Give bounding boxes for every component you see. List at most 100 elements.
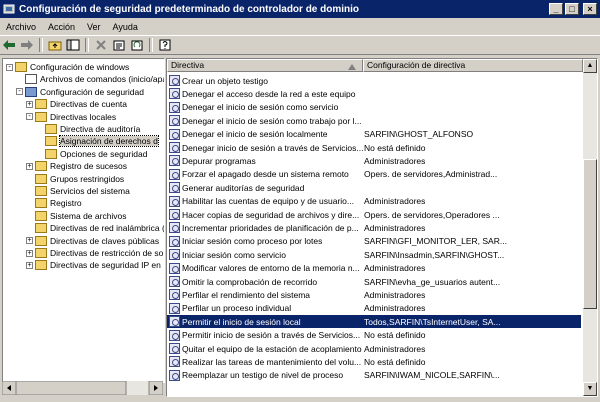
policy-row[interactable]: Depurar programas Administradores bbox=[167, 154, 581, 167]
window-title: Configuración de seguridad predeterminad… bbox=[19, 3, 360, 15]
status-bar bbox=[0, 396, 600, 402]
policy-row[interactable]: Realizar las tareas de mantenimiento del… bbox=[167, 355, 581, 368]
policy-setting: No está definido bbox=[364, 330, 426, 341]
policy-row[interactable]: Perfilar un proceso individual Administra… bbox=[167, 302, 581, 315]
policy-name: Reemplazar un testigo de nivel de proces… bbox=[182, 370, 344, 381]
policy-row[interactable]: Habilitar las cuentas de equipo y de usu… bbox=[167, 195, 581, 208]
policy-icon bbox=[169, 249, 180, 261]
policy-row[interactable]: Perfilar el rendimiento del sistema Admin… bbox=[167, 288, 581, 301]
policy-setting: Administradores bbox=[364, 289, 426, 300]
policy-row[interactable]: Quitar el equipo de la estación de acopl… bbox=[167, 342, 581, 355]
expand-icon[interactable]: + bbox=[26, 261, 33, 269]
policy-row[interactable]: Incrementar prioridades de planificación… bbox=[167, 221, 581, 234]
properties-icon bbox=[113, 40, 125, 51]
tree-item[interactable]: Servicios del sistema bbox=[26, 185, 130, 197]
policy-row[interactable]: Denegar el inicio de sesión como trabajo… bbox=[167, 114, 581, 127]
policy-name: Depurar programas bbox=[182, 155, 256, 166]
policy-row[interactable]: Modificar valores de entorno de la memor… bbox=[167, 262, 581, 275]
policy-row[interactable]: Permitir inicio de sesión a través de Se… bbox=[167, 329, 581, 342]
policy-row[interactable]: Denegar el inicio de sesión como servici… bbox=[167, 101, 581, 114]
policy-row[interactable]: Iniciar sesión como proceso por lotes SAR… bbox=[167, 235, 581, 248]
policy-row[interactable]: Hacer copias de seguridad de archivos y … bbox=[167, 208, 581, 221]
refresh-button[interactable] bbox=[128, 37, 146, 53]
tree-item[interactable]: Directiva de auditoría bbox=[36, 123, 140, 135]
policy-icon bbox=[169, 101, 180, 113]
tree-item[interactable]: Registro bbox=[26, 197, 82, 209]
tree-item-label: Directivas de red inalámbrica (I bbox=[50, 223, 165, 234]
tree-item[interactable]: Opciones de seguridad bbox=[36, 148, 147, 160]
policy-row[interactable]: Denegar el acceso desde la red a este eq… bbox=[167, 87, 581, 100]
up-level-button[interactable] bbox=[46, 37, 64, 53]
policy-icon bbox=[169, 316, 180, 328]
tree-horizontal-scrollbar[interactable] bbox=[1, 380, 164, 396]
console-tree[interactable]: - Configuración de windows Archivos de com… bbox=[2, 58, 165, 383]
list-vertical-scrollbar[interactable]: ▲ ▼ bbox=[583, 59, 597, 396]
toolbar-separator bbox=[39, 38, 43, 52]
collapse-icon[interactable]: - bbox=[6, 63, 13, 71]
policy-setting: Administradores bbox=[364, 196, 426, 207]
menu-archivo[interactable]: Archivo bbox=[0, 22, 42, 32]
policy-setting: Opers. de servidores,Operadores ... bbox=[364, 209, 500, 220]
tree-item[interactable]: + Directivas de claves públicas bbox=[26, 235, 159, 247]
tree-item[interactable]: - Configuración de windows bbox=[6, 61, 129, 73]
tree-item[interactable]: + Registro de sucesos bbox=[26, 160, 127, 172]
policy-row[interactable]: Permitir el inicio de sesión local Todos,… bbox=[167, 315, 581, 329]
policy-row[interactable]: Omitir la comprobación de recorrido SARFI… bbox=[167, 275, 581, 288]
policy-row[interactable]: Reemplazar un testigo de nivel de proces… bbox=[167, 369, 581, 382]
menu-ayuda[interactable]: Ayuda bbox=[107, 22, 144, 32]
title-bar[interactable]: Configuración de seguridad predeterminad… bbox=[0, 0, 600, 18]
tree-item-label: Configuración de seguridad bbox=[40, 86, 144, 97]
show-tree-button[interactable] bbox=[64, 37, 82, 53]
column-header-setting[interactable]: Configuración de directiva bbox=[363, 59, 583, 72]
policy-row[interactable]: Crear un objeto testigo bbox=[167, 74, 581, 87]
policy-row[interactable]: Iniciar sesión como servicio SARFIN\Insad… bbox=[167, 248, 581, 261]
sort-up-icon bbox=[348, 64, 356, 70]
scroll-down-button[interactable]: ▼ bbox=[583, 382, 597, 396]
minimize-button[interactable]: _ bbox=[549, 3, 563, 15]
policy-name: Modificar valores de entorno de la memor… bbox=[182, 263, 360, 274]
tree-item[interactable]: Asignación de derechos d bbox=[36, 135, 159, 148]
tree-item[interactable]: Sistema de archivos bbox=[26, 210, 127, 222]
help-button[interactable] bbox=[156, 37, 174, 53]
policy-list[interactable]: Directiva Configuración de directiva Cre… bbox=[166, 58, 598, 397]
policy-row[interactable]: Denegar inicio de sesión a través de Ser… bbox=[167, 141, 581, 154]
tree-item[interactable]: Grupos restringidos bbox=[26, 173, 124, 185]
policy-icon bbox=[169, 262, 180, 274]
close-button[interactable]: × bbox=[583, 3, 597, 15]
tree-item[interactable]: - Configuración de seguridad bbox=[16, 86, 144, 98]
menu-accion[interactable]: Acción bbox=[42, 22, 81, 32]
tree-item[interactable]: - Directivas locales bbox=[26, 111, 116, 123]
forward-button[interactable] bbox=[18, 37, 36, 53]
column-policy-label: Directiva bbox=[171, 60, 205, 70]
tree-item[interactable]: Archivos de comandos (inicio/apa bbox=[16, 73, 164, 85]
tree-item[interactable]: + Directivas de restricción de so bbox=[26, 247, 163, 259]
maximize-button[interactable]: □ bbox=[565, 3, 579, 15]
collapse-icon[interactable]: - bbox=[26, 113, 33, 121]
properties-button[interactable] bbox=[110, 37, 128, 53]
tree-item[interactable]: + Directivas de cuenta bbox=[26, 98, 127, 110]
tree-item[interactable]: Directivas de red inalámbrica (I bbox=[26, 222, 165, 234]
delete-button[interactable] bbox=[92, 37, 110, 53]
policy-name: Perfilar un proceso individual bbox=[182, 303, 292, 314]
policy-setting: SARFIN\GFI_MONITOR_LER, SAR... bbox=[364, 236, 507, 247]
policy-setting: Todos,SARFIN\TsInternetUser, SA... bbox=[364, 316, 501, 327]
policy-name: Denegar el inicio de sesión como trabajo… bbox=[182, 115, 362, 126]
collapse-icon[interactable]: - bbox=[16, 88, 23, 96]
policy-row[interactable]: Denegar el inicio de sesión localmente SA… bbox=[167, 128, 581, 141]
policy-icon bbox=[169, 222, 180, 234]
expand-icon[interactable]: + bbox=[26, 100, 33, 108]
scroll-up-button[interactable]: ▲ bbox=[583, 59, 597, 73]
column-header-policy[interactable]: Directiva bbox=[167, 59, 363, 72]
tree-item[interactable]: + Directivas de seguridad IP en bbox=[26, 259, 161, 271]
tree-item-label: Sistema de archivos bbox=[50, 210, 127, 221]
expand-icon[interactable]: + bbox=[26, 249, 33, 257]
scroll-thumb[interactable] bbox=[583, 159, 597, 309]
expand-icon[interactable]: + bbox=[26, 162, 33, 170]
back-button[interactable] bbox=[0, 37, 18, 53]
menu-ver[interactable]: Ver bbox=[81, 22, 107, 32]
policy-row[interactable]: Generar auditorías de seguridad bbox=[167, 181, 581, 194]
policy-setting: SARFIN\GHOST_ALFONSO bbox=[364, 129, 474, 140]
policy-row[interactable]: Forzar el apagado desde un sistema remot… bbox=[167, 168, 581, 181]
expand-icon[interactable]: + bbox=[26, 237, 33, 245]
